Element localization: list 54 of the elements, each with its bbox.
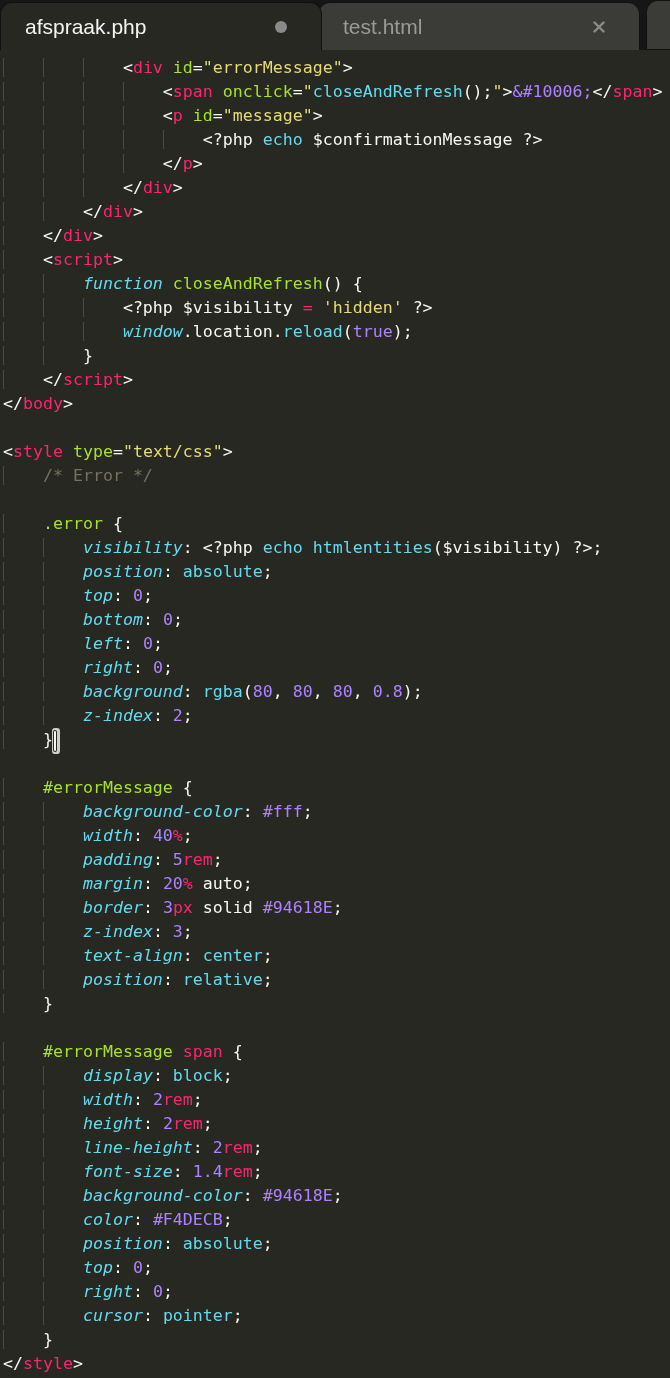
code-line: bottom: 0;	[3, 608, 183, 632]
code-line: z-index: 3;	[3, 920, 193, 944]
code-line: <p id="message">	[3, 104, 323, 128]
code-line: <style type="text/css">	[3, 441, 233, 463]
code-line: top: 0;	[3, 1256, 153, 1280]
code-line: background-color: #fff;	[3, 800, 313, 824]
code-line: function closeAndRefresh() {	[3, 272, 363, 296]
code-line: width: 2 rem;	[3, 1088, 203, 1112]
code-line: position: absolute;	[3, 560, 273, 584]
code-line: text-align: center;	[3, 944, 273, 968]
code-line: window.location.reload(true);	[3, 320, 413, 344]
code-line: <div id="errorMessage">	[3, 56, 353, 80]
code-line: left: 0;	[3, 632, 163, 656]
code-line: </style>	[3, 1353, 83, 1375]
code-line: </p>	[3, 152, 203, 176]
code-line: </div>	[3, 224, 103, 248]
code-line: </div>	[3, 200, 143, 224]
unsaved-dot-icon	[275, 20, 287, 33]
code-line: border: 3px solid #94618E;	[3, 896, 343, 920]
code-line: background-color: #94618E;	[3, 1184, 343, 1208]
file-tab[interactable]: test.html	[318, 2, 640, 50]
close-icon[interactable]	[593, 20, 605, 33]
code-line: position: absolute;	[3, 1232, 273, 1256]
code-line: position: relative;	[3, 968, 273, 992]
code-line: top: 0;	[3, 584, 153, 608]
code-line: margin: 20% auto;	[3, 872, 253, 896]
code-line: right: 0;	[3, 1280, 173, 1304]
code-line: visibility: <?php echo htmlentities($visibility) ?>;	[3, 536, 603, 560]
code-line: display: block;	[3, 1064, 233, 1088]
code-line: .error {	[3, 512, 123, 536]
code-line: cursor: pointer;	[3, 1304, 243, 1328]
code-line: }	[3, 992, 53, 1016]
code-line: #errorMessage {	[3, 776, 193, 800]
code-line: color: #F4DECB;	[3, 1208, 233, 1232]
code-line: }	[3, 344, 93, 368]
code-line: </div>	[3, 176, 183, 200]
code-line: <?php echo $confirmationMessage ?>	[3, 128, 543, 152]
code-line: <script>	[3, 248, 123, 272]
code-line: background: rgba(80, 80, 80, 0.8);	[3, 680, 423, 704]
code-line: <span onclick="closeAndRefresh();">&#10006;</span>	[3, 80, 663, 104]
code-line: #errorMessage span {	[3, 1040, 243, 1064]
code-line: </body>	[3, 393, 73, 415]
code-line: <?php $visibility = 'hidden' ?>	[3, 296, 433, 320]
code-line: z-index: 2;	[3, 704, 193, 728]
code-line: padding: 5rem;	[3, 848, 223, 872]
file-tab[interactable]: afspraak.php	[0, 2, 322, 50]
code-line: height: 2 rem;	[3, 1112, 213, 1136]
code-line: font-size: 1.4rem;	[3, 1160, 263, 1184]
code-line: line-height: 2rem;	[3, 1136, 263, 1160]
code-line: right: 0;	[3, 656, 173, 680]
code-line: </script>	[3, 368, 133, 392]
code-line: /* Error */	[3, 464, 153, 488]
code-line: }	[3, 1328, 53, 1352]
code-line: width: 40%;	[3, 824, 193, 848]
